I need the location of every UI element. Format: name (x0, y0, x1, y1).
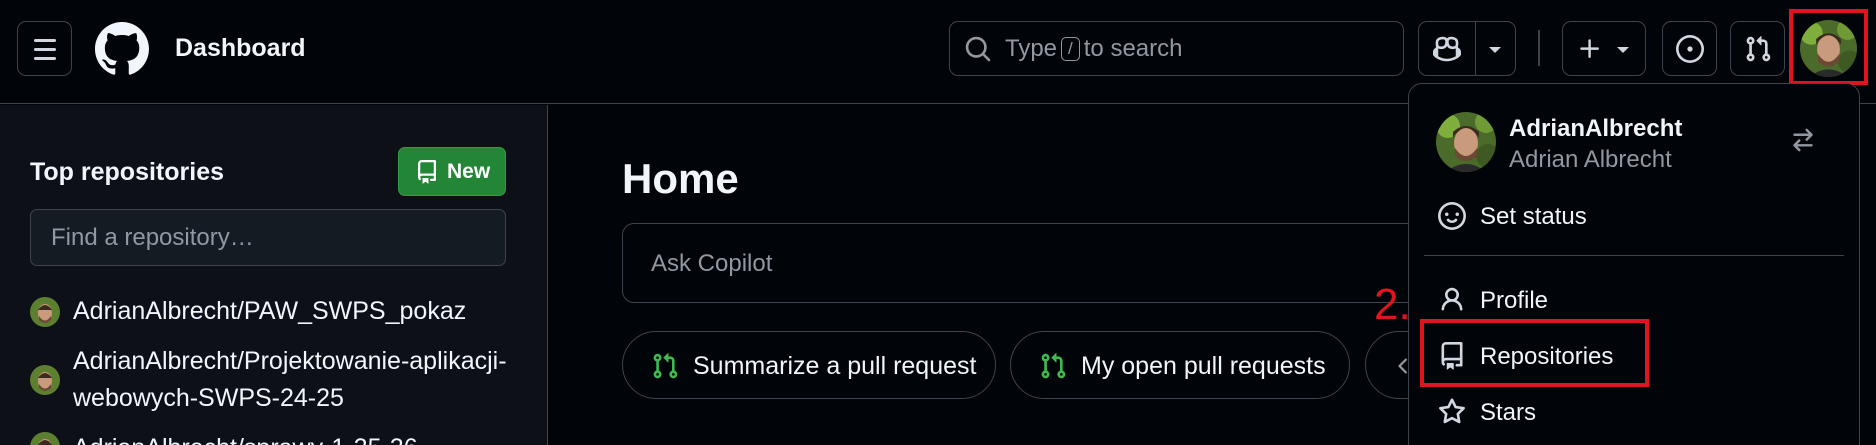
issues-button[interactable] (1662, 21, 1717, 76)
copilot-button[interactable] (1418, 21, 1516, 76)
menu-item-set-status[interactable]: Set status (1424, 191, 1844, 241)
menu-user-avatar (1436, 112, 1496, 172)
suggestion-my-open-prs[interactable]: My open pull requests (1010, 331, 1350, 399)
git-pull-request-icon (1041, 353, 1066, 379)
git-pull-request-icon (653, 353, 678, 379)
repo-owner-avatar (30, 297, 60, 327)
create-new-button[interactable] (1562, 21, 1646, 76)
home-heading: Home (622, 155, 739, 202)
chevron-down-icon (1489, 47, 1501, 53)
menu-hamburger-button[interactable] (17, 21, 72, 76)
new-button-label: New (447, 160, 491, 183)
menu-item-profile[interactable]: Profile (1424, 275, 1844, 325)
user-login: AdrianAlbrecht (1509, 115, 1683, 142)
menu-item-label: Profile (1480, 287, 1549, 314)
repo-owner-avatar (30, 365, 60, 395)
header-divider (1538, 30, 1540, 66)
ask-copilot-placeholder: Ask Copilot (651, 250, 773, 277)
smiley-icon (1438, 202, 1466, 230)
pull-requests-button[interactable] (1730, 21, 1785, 76)
copilot-icon (1433, 36, 1461, 62)
step-2-label: 2. (1374, 280, 1411, 329)
suggestion-label: My open pull requests (1081, 352, 1326, 380)
repo-link[interactable]: AdrianAlbrecht/sprawy-1-25-26 (73, 430, 418, 445)
menu-item-label: Stars (1480, 399, 1537, 426)
highlight-box-avatar (1789, 9, 1868, 85)
search-input[interactable]: Type / to search (949, 21, 1404, 76)
search-placeholder: Type / to search (1005, 35, 1183, 62)
git-pull-request-icon (1746, 36, 1771, 62)
switch-account-icon[interactable] (1790, 127, 1816, 153)
menu-divider (1424, 255, 1844, 256)
slash-shortcut-key: / (1061, 37, 1080, 61)
repo-link[interactable]: AdrianAlbrecht/Projektowanie-aplikacji-w… (73, 343, 507, 417)
new-repository-button[interactable]: New (398, 147, 506, 196)
suggestion-label: Summarize a pull request (693, 352, 977, 380)
plus-icon (1580, 39, 1599, 58)
user-full-name: Adrian Albrecht (1509, 146, 1672, 173)
github-logo-icon[interactable] (95, 22, 149, 76)
top-repositories-heading: Top repositories (30, 158, 225, 186)
person-icon (1441, 287, 1463, 311)
highlight-box-repositories (1420, 319, 1649, 387)
search-icon (965, 36, 991, 62)
menu-item-stars[interactable]: Stars (1424, 387, 1844, 437)
repo-icon (418, 160, 436, 184)
page-title[interactable]: Dashboard (175, 34, 306, 63)
issue-opened-icon (1676, 35, 1704, 63)
find-repository-input[interactable] (30, 209, 506, 266)
menu-item-label: Set status (1480, 203, 1587, 230)
suggestion-summarize-pr[interactable]: Summarize a pull request (622, 331, 996, 399)
star-icon (1439, 398, 1465, 424)
ask-copilot-input[interactable]: Ask Copilot (622, 223, 1422, 303)
repo-link[interactable]: AdrianAlbrecht/PAW_SWPS_pokaz (73, 293, 466, 330)
chevron-down-icon (1617, 47, 1629, 53)
